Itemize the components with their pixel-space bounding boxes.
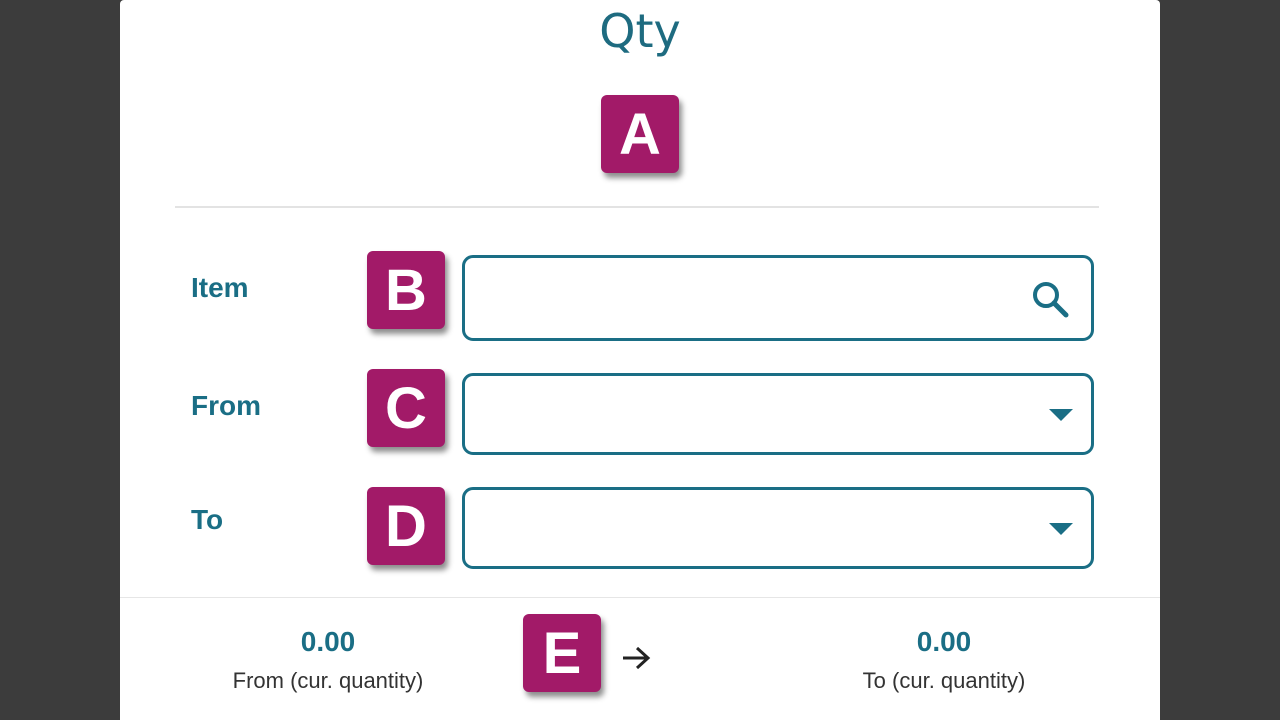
item-label: Item [191,272,249,303]
annotation-badge-e: E [523,614,601,692]
from-quantity-value: 0.00 [300,626,356,657]
to-select[interactable] [462,487,1094,569]
page-title: Qty [599,4,681,58]
from-quantity-caption: From (cur. quantity) [232,668,424,693]
annotation-badge-d: D [367,487,445,565]
annotation-badge-c: C [367,369,445,447]
chevron-down-icon [1049,409,1073,421]
chevron-down-icon [1049,523,1073,535]
from-label: From [191,390,261,421]
annotation-badge-a: A [601,95,679,173]
to-quantity-value: 0.00 [916,626,972,657]
footer-divider [120,597,1160,598]
header-divider [175,206,1099,208]
to-quantity-caption: To (cur. quantity) [862,668,1026,693]
item-search-field[interactable] [462,255,1094,341]
from-select[interactable] [462,373,1094,455]
qty-dialog: Qty A Item B From C To D 0.00 From (cur.… [120,0,1160,720]
annotation-badge-b: B [367,251,445,329]
search-icon[interactable] [1029,278,1071,320]
to-label: To [191,504,224,535]
arrow-right-icon [623,646,651,670]
